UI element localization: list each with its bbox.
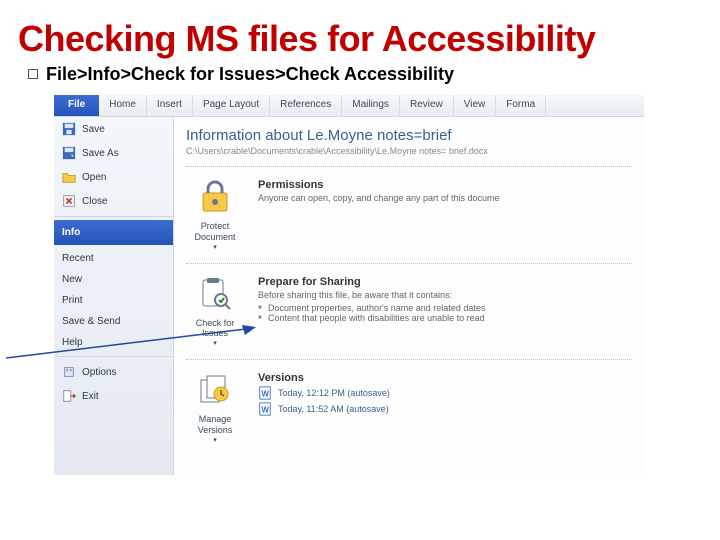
backstage-main: Information about Le.Moyne notes=brief C… [174, 117, 644, 475]
sidebar-item-save[interactable]: Save [54, 117, 173, 141]
version-label: Today, 11:52 AM (autosave) [278, 404, 389, 414]
word-backstage-screenshot: File Home Insert Page Layout References … [54, 95, 644, 475]
sidebar-label: Save As [82, 148, 119, 159]
sidebar-label: Save & Send [62, 316, 120, 327]
exit-icon [62, 389, 76, 403]
ribbon-file-tab[interactable]: File [54, 95, 99, 116]
sidebar-label: Print [62, 295, 83, 306]
backstage-sidebar: Save Save As Open Close Info Recent New … [54, 117, 174, 475]
sidebar-item-info[interactable]: Info [54, 220, 173, 245]
document-info-title: Information about Le.Moyne notes=brief [186, 127, 632, 144]
bullet-square-icon [28, 69, 38, 79]
ribbon-tab-view[interactable]: View [454, 95, 497, 116]
version-label: Today, 12:12 PM (autosave) [278, 388, 390, 398]
document-path: C:\Users\crable\Documents\crable\Accessi… [186, 146, 632, 156]
lock-icon [197, 179, 233, 215]
permissions-text: Anyone can open, copy, and change any pa… [258, 193, 632, 203]
ribbon-tab-references[interactable]: References [270, 95, 342, 116]
sidebar-item-saveas[interactable]: Save As [54, 141, 173, 165]
button-label: Protect Document [186, 221, 244, 243]
permissions-section: Protect Document ▾ Permissions Anyone ca… [186, 173, 632, 257]
slide-title: Checking MS files for Accessibility [0, 0, 720, 64]
button-label: Manage Versions [186, 414, 244, 436]
sidebar-item-new[interactable]: New [54, 269, 173, 290]
sidebar-item-help[interactable]: Help [54, 332, 173, 353]
ribbon-tab-insert[interactable]: Insert [147, 95, 193, 116]
sidebar-separator [54, 216, 173, 217]
sidebar-label: Open [82, 172, 106, 183]
save-icon [62, 122, 76, 136]
ribbon-tab-review[interactable]: Review [400, 95, 454, 116]
word-doc-icon: W [258, 386, 272, 400]
ribbon-tab-format[interactable]: Forma [496, 95, 546, 116]
slide-bullet: File>Info>Check for Issues>Check Accessi… [0, 64, 720, 95]
sidebar-label: New [62, 274, 82, 285]
word-doc-icon: W [258, 402, 272, 416]
sidebar-item-print[interactable]: Print [54, 290, 173, 311]
options-icon [62, 365, 76, 379]
manage-versions-button[interactable]: Manage Versions ▾ [186, 372, 244, 444]
versions-icon [197, 372, 233, 408]
divider [186, 263, 632, 264]
ribbon-tab-page-layout[interactable]: Page Layout [193, 95, 270, 116]
sidebar-label: Exit [82, 391, 99, 402]
sidebar-item-recent[interactable]: Recent [54, 248, 173, 269]
sharing-item: Content that people with disabilities ar… [258, 313, 632, 323]
ribbon: File Home Insert Page Layout References … [54, 95, 644, 117]
chevron-down-icon: ▾ [186, 243, 244, 251]
prepare-for-sharing-section: Check for Issues ▾ Prepare for Sharing B… [186, 270, 632, 354]
chevron-down-icon: ▾ [186, 436, 244, 444]
divider [186, 359, 632, 360]
sharing-item: Document properties, author's name and r… [258, 303, 632, 313]
sidebar-item-open[interactable]: Open [54, 165, 173, 189]
sidebar-label: Options [82, 367, 116, 378]
sidebar-separator [54, 356, 173, 357]
version-entry[interactable]: W Today, 12:12 PM (autosave) [258, 386, 632, 400]
bullet-text: File>Info>Check for Issues>Check Accessi… [46, 64, 454, 84]
sidebar-item-close[interactable]: Close [54, 189, 173, 213]
version-entry[interactable]: W Today, 11:52 AM (autosave) [258, 402, 632, 416]
button-label: Check for Issues [186, 318, 244, 340]
sidebar-label: Recent [62, 253, 94, 264]
ribbon-tab-home[interactable]: Home [99, 95, 147, 116]
sidebar-label: Close [82, 196, 108, 207]
ribbon-tab-mailings[interactable]: Mailings [342, 95, 400, 116]
permissions-heading: Permissions [258, 179, 632, 191]
sidebar-item-savesend[interactable]: Save & Send [54, 311, 173, 332]
versions-heading: Versions [258, 372, 632, 384]
check-for-issues-button[interactable]: Check for Issues ▾ [186, 276, 244, 348]
close-icon [62, 194, 76, 208]
sidebar-item-exit[interactable]: Exit [54, 384, 173, 408]
chevron-down-icon: ▾ [186, 339, 244, 347]
saveas-icon [62, 146, 76, 160]
protect-document-button[interactable]: Protect Document ▾ [186, 179, 244, 251]
sidebar-label: Help [62, 337, 83, 348]
svg-text:W: W [262, 406, 270, 415]
sidebar-label: Info [62, 227, 80, 238]
sidebar-item-options[interactable]: Options [54, 360, 173, 384]
svg-text:W: W [262, 390, 270, 399]
divider [186, 166, 632, 167]
sharing-text: Before sharing this file, be aware that … [258, 290, 632, 300]
open-icon [62, 170, 76, 184]
inspect-icon [197, 276, 233, 312]
sharing-heading: Prepare for Sharing [258, 276, 632, 288]
sidebar-label: Save [82, 124, 105, 135]
versions-section: Manage Versions ▾ Versions W Today, 12:1… [186, 366, 632, 450]
